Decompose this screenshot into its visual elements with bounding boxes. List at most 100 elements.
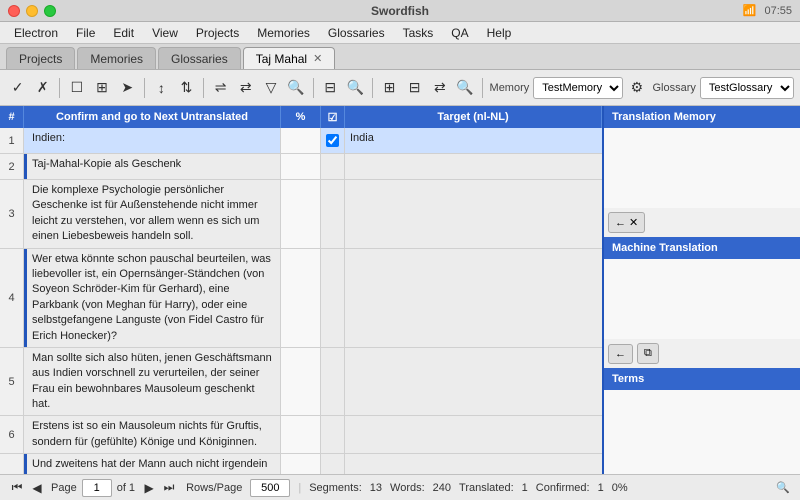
words-label: Words: bbox=[390, 482, 425, 494]
toolbar-btn-cancel[interactable]: ✗ bbox=[31, 75, 54, 101]
table-row[interactable]: 2Taj-Mahal-Kopie als Geschenk bbox=[0, 154, 602, 180]
table-row[interactable]: 1Indien:India bbox=[0, 128, 602, 154]
row-checkbox[interactable] bbox=[326, 134, 339, 147]
mt-action-row: ← ⧉ bbox=[604, 339, 800, 368]
row-target bbox=[345, 454, 602, 474]
row-source: Erstens ist so ein Mausoleum nichts für … bbox=[24, 416, 281, 453]
menu-projects[interactable]: Projects bbox=[188, 24, 247, 42]
tab-taj-mahal[interactable]: Taj Mahal ✕ bbox=[243, 47, 336, 69]
last-page-button[interactable]: ⏭ bbox=[160, 479, 178, 497]
row-check[interactable] bbox=[321, 454, 345, 474]
row-target bbox=[345, 249, 602, 347]
menu-help[interactable]: Help bbox=[479, 24, 520, 42]
words-value: 240 bbox=[433, 482, 451, 494]
confirmed-label: Confirmed: bbox=[536, 482, 590, 494]
toolbar-btn-5[interactable]: ⇅ bbox=[175, 75, 198, 101]
toolbar-btn-12[interactable]: ⇄ bbox=[428, 75, 451, 101]
tab-close-icon[interactable]: ✕ bbox=[313, 52, 322, 65]
wifi-icon: 📶 bbox=[743, 4, 757, 17]
first-page-button[interactable]: ⏮ bbox=[8, 479, 26, 497]
search-icon[interactable]: 🔍 bbox=[774, 479, 792, 497]
toolbar-btn-memory-settings[interactable]: ⚙ bbox=[625, 75, 648, 101]
table-header: # Confirm and go to Next Untranslated % … bbox=[0, 106, 602, 128]
toolbar-btn-2[interactable]: ⊞ bbox=[90, 75, 113, 101]
row-number: 7 bbox=[0, 454, 24, 474]
table-row[interactable]: 7Und zweitens hat der Mann auch nicht ir… bbox=[0, 454, 602, 474]
mt-copy-button[interactable]: ⧉ bbox=[637, 343, 659, 364]
tab-memories-label: Memories bbox=[90, 52, 143, 66]
mt-header: Machine Translation bbox=[604, 237, 800, 259]
toolbar-btn-1[interactable]: ☐ bbox=[65, 75, 88, 101]
next-page-button[interactable]: ▶ bbox=[140, 479, 158, 497]
toolbar-btn-9[interactable]: 🔍 bbox=[344, 75, 367, 101]
tab-memories[interactable]: Memories bbox=[77, 47, 156, 69]
clock: 07:55 bbox=[764, 5, 792, 17]
pct-value: 0% bbox=[612, 482, 628, 494]
row-check[interactable] bbox=[321, 128, 345, 153]
tab-projects[interactable]: Projects bbox=[6, 47, 75, 69]
toolbar-btn-8[interactable]: ⊟ bbox=[319, 75, 342, 101]
row-source: Taj-Mahal-Kopie als Geschenk bbox=[24, 154, 281, 179]
row-pct bbox=[281, 249, 321, 347]
tab-glossaries[interactable]: Glossaries bbox=[158, 47, 241, 69]
table-row[interactable]: 6Erstens ist so ein Mausoleum nichts für… bbox=[0, 416, 602, 454]
menu-glossaries[interactable]: Glossaries bbox=[320, 24, 393, 42]
minimize-button[interactable] bbox=[26, 5, 38, 17]
menu-view[interactable]: View bbox=[144, 24, 186, 42]
tm-header: Translation Memory bbox=[604, 106, 800, 128]
row-check[interactable] bbox=[321, 348, 345, 416]
menu-bar: Electron File Edit View Projects Memorie… bbox=[0, 22, 800, 44]
mt-body bbox=[604, 259, 800, 339]
main-area: # Confirm and go to Next Untranslated % … bbox=[0, 106, 800, 474]
terms-body bbox=[604, 390, 800, 474]
toolbar-btn-search[interactable]: 🔍 bbox=[285, 75, 308, 101]
tm-body bbox=[604, 128, 800, 208]
of-label: of 1 bbox=[117, 482, 135, 494]
toolbar-sep-3 bbox=[203, 78, 204, 98]
translated-value: 1 bbox=[522, 482, 528, 494]
mt-copy-icon: ⧉ bbox=[644, 347, 652, 360]
row-check[interactable] bbox=[321, 154, 345, 179]
close-button[interactable] bbox=[8, 5, 20, 17]
tab-bar: Projects Memories Glossaries Taj Mahal ✕ bbox=[0, 44, 800, 70]
table-row[interactable]: 4Wer etwa könnte schon pauschal beurteil… bbox=[0, 249, 602, 348]
row-check[interactable] bbox=[321, 416, 345, 453]
menu-qa[interactable]: QA bbox=[443, 24, 476, 42]
menu-memories[interactable]: Memories bbox=[249, 24, 318, 42]
tm-apply-button[interactable]: ← ✕ bbox=[608, 212, 645, 233]
toolbar-btn-11[interactable]: ⊟ bbox=[403, 75, 426, 101]
mt-apply-button[interactable]: ← bbox=[608, 344, 633, 364]
menu-file[interactable]: File bbox=[68, 24, 103, 42]
toolbar-btn-3[interactable]: ➤ bbox=[116, 75, 139, 101]
row-target bbox=[345, 348, 602, 416]
toolbar-sep-5 bbox=[372, 78, 373, 98]
menu-edit[interactable]: Edit bbox=[105, 24, 142, 42]
glossary-select[interactable]: TestGlossary bbox=[700, 77, 794, 99]
row-pct bbox=[281, 128, 321, 153]
page-input[interactable] bbox=[82, 479, 112, 497]
menu-electron[interactable]: Electron bbox=[6, 24, 66, 42]
maximize-button[interactable] bbox=[44, 5, 56, 17]
table-row[interactable]: 3Die komplexe Psychologie persönlicher G… bbox=[0, 180, 602, 249]
table-row[interactable]: 5Man sollte sich also hüten, jenen Gesch… bbox=[0, 348, 602, 417]
th-num: # bbox=[0, 106, 24, 128]
row-check[interactable] bbox=[321, 249, 345, 347]
row-check[interactable] bbox=[321, 180, 345, 248]
translated-label: Translated: bbox=[459, 482, 514, 494]
toolbar-btn-13[interactable]: 🔍 bbox=[453, 75, 476, 101]
segments-label: Segments: bbox=[309, 482, 362, 494]
prev-page-button[interactable]: ◀ bbox=[28, 479, 46, 497]
row-number: 5 bbox=[0, 348, 24, 416]
row-source: Die komplexe Psychologie persönlicher Ge… bbox=[24, 180, 281, 248]
toolbar-btn-7[interactable]: ⇄ bbox=[234, 75, 257, 101]
toolbar-btn-10[interactable]: ⊞ bbox=[378, 75, 401, 101]
th-source: Confirm and go to Next Untranslated bbox=[24, 106, 281, 128]
toolbar-btn-4[interactable]: ↕ bbox=[150, 75, 173, 101]
memory-select[interactable]: TestMemory bbox=[533, 77, 623, 99]
rows-input[interactable] bbox=[250, 479, 290, 497]
toolbar-sep-1 bbox=[59, 78, 60, 98]
menu-tasks[interactable]: Tasks bbox=[395, 24, 442, 42]
toolbar-btn-filter[interactable]: ▽ bbox=[259, 75, 282, 101]
toolbar-btn-6[interactable]: ⇌ bbox=[209, 75, 232, 101]
toolbar-btn-confirm[interactable]: ✓ bbox=[6, 75, 29, 101]
